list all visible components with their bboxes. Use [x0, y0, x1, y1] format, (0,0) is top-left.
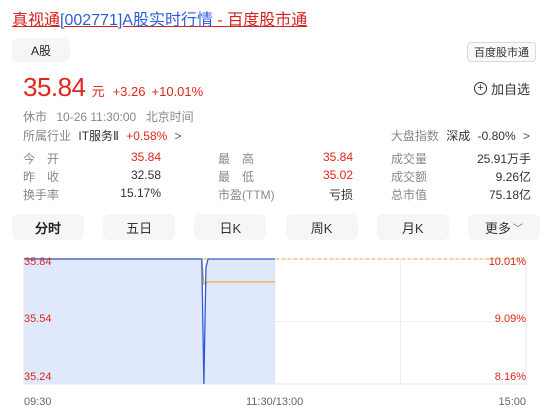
stats-grid: 今 开 35.84 最 高 35.84 成交量 25.91万手 昨 收 32.5… — [23, 150, 533, 204]
price-unit: 元 — [91, 84, 105, 99]
tab-daily-k[interactable]: 日K — [194, 214, 267, 240]
stat-value: 25.91万手 — [476, 152, 531, 166]
tab-five-day[interactable]: 五日 — [103, 214, 176, 240]
y-right-tick-label: 9.09% — [494, 313, 526, 325]
x-tick-label: 09:30 — [24, 396, 52, 408]
plus-circle-icon: + — [473, 82, 487, 95]
stat-value: 35.84 — [322, 150, 353, 164]
tab-label: 分时 — [34, 220, 61, 236]
x-tick-label: 15:00 — [498, 396, 526, 408]
market-state: 休市 — [23, 110, 48, 124]
stat-label: 昨 收 — [23, 170, 60, 184]
y-right-tick-label: 10.01% — [488, 256, 526, 268]
market-index-name: 深成 — [446, 129, 471, 143]
stats-row: 换手率 15.17% 市盈(TTM) 亏损 总市值 75.18亿 — [23, 186, 533, 204]
market-time: 10-26 11:30:00 — [56, 110, 137, 124]
chevron-right-icon: > — [174, 129, 182, 143]
market-tab-a-share[interactable]: A股 — [12, 38, 70, 62]
tab-more[interactable]: 更多 ﹀ — [467, 214, 540, 240]
page-title-site[interactable]: 百度股市通 — [227, 12, 307, 29]
tab-label: 五日 — [126, 220, 153, 236]
brand-badge[interactable]: 百度股市通 — [467, 42, 536, 62]
industry-pct: +0.58% — [126, 129, 168, 143]
stat-value: 9.26亿 — [495, 170, 531, 184]
stat-label: 成交量 — [391, 152, 428, 166]
market-zone: 北京时间 — [145, 110, 194, 124]
stats-row: 昨 收 32.58 最 低 35.02 成交额 9.26亿 — [23, 168, 533, 186]
stat-label: 换手率 — [23, 188, 60, 202]
page-title-code[interactable]: [002771]A股实时行情 — [60, 12, 213, 29]
stat-value: 15.17% — [120, 186, 161, 200]
y-tick-label: 35.54 — [24, 313, 52, 325]
chart-period-tabs: 分时 五日 日K 周K 月K 更多 ﹀ — [12, 214, 540, 242]
stat-label: 成交额 — [391, 170, 428, 184]
stats-row: 今 开 35.84 最 高 35.84 成交量 25.91万手 — [23, 150, 533, 168]
stat-label: 今 开 — [23, 152, 60, 166]
market-index-link[interactable]: 大盘指数 深成 -0.80% > — [391, 127, 530, 144]
chevron-right-icon: > — [522, 129, 530, 143]
chevron-down-icon: ﹀ — [512, 223, 523, 235]
stat-label: 市盈(TTM) — [218, 188, 275, 202]
stat-label: 总市值 — [391, 188, 428, 202]
add-to-watchlist-button[interactable]: + 加自选 — [473, 79, 530, 98]
x-tick-label: 11:30/13:00 — [246, 396, 304, 408]
tab-intraday[interactable]: 分时 — [12, 214, 84, 240]
price-area-fill — [24, 259, 275, 384]
industry-label: 所属行业 — [23, 129, 72, 143]
stat-value: 75.18亿 — [488, 188, 531, 202]
industry-name: IT服务Ⅱ — [78, 129, 119, 143]
y-tick-label: 35.24 — [24, 371, 52, 383]
page-title-separator: - — [212, 12, 228, 29]
market-index-label: 大盘指数 — [390, 129, 439, 143]
page-title-name[interactable]: 真视通 — [12, 12, 60, 29]
price-change-pct: +10.01% — [151, 84, 204, 99]
y-right-tick-label: 8.16% — [494, 371, 526, 383]
tab-label: 日K — [219, 220, 242, 236]
page-title[interactable]: 真视通[002771]A股实时行情 - 百度股市通 — [12, 6, 307, 30]
stat-value: 35.02 — [322, 168, 353, 182]
stat-value: 32.58 — [130, 168, 161, 182]
market-index-pct: -0.80% — [477, 129, 516, 143]
price-change: +3.26 — [112, 84, 146, 99]
intraday-chart-svg — [23, 258, 527, 385]
market-status: 休市 10-26 11:30:00 北京时间 — [23, 108, 200, 125]
add-watch-label: 加自选 — [490, 82, 530, 97]
stat-value: 35.84 — [130, 150, 161, 164]
current-price: 35.84 — [23, 72, 86, 102]
stat-label: 最 高 — [218, 152, 255, 166]
intraday-chart[interactable]: 35.84 35.54 35.24 10.01% 9.09% 8.16% 09:… — [0, 250, 550, 409]
industry-link[interactable]: 所属行业 IT服务Ⅱ +0.58% > — [23, 127, 182, 144]
tab-weekly-k[interactable]: 周K — [285, 214, 358, 240]
stat-label: 最 低 — [218, 170, 255, 184]
quote-row: 35.84 元 +3.26 +10.01% — [23, 72, 203, 103]
tab-label: 周K — [310, 220, 333, 236]
y-tick-label: 35.84 — [24, 256, 52, 268]
tab-monthly-k[interactable]: 月K — [376, 214, 449, 240]
tab-label: 月K — [401, 220, 424, 236]
stat-value: 亏损 — [328, 188, 353, 202]
tab-label: 更多 — [484, 220, 511, 236]
